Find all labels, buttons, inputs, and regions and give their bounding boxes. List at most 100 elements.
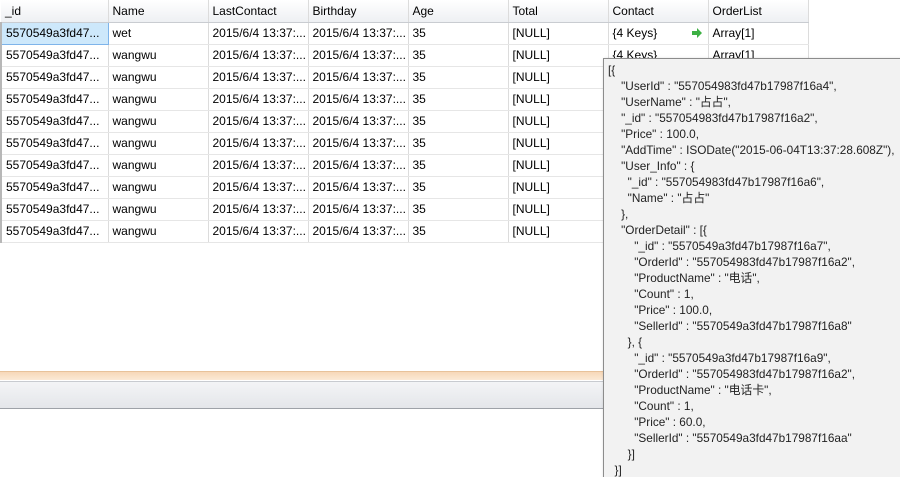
cell-lastcontact[interactable]: 2015/6/4 13:37:... <box>208 198 309 221</box>
contact-value: {4 Keys} <box>612 26 658 40</box>
cell-name[interactable]: wangwu <box>108 88 209 111</box>
cell-name[interactable]: wangwu <box>108 132 209 155</box>
json-line: }] <box>608 463 622 477</box>
cell-total[interactable]: [NULL] <box>508 176 609 199</box>
json-line: "SellerId" : "5570549a3fd47b17987f16a8" <box>608 319 852 333</box>
cell-total[interactable]: [NULL] <box>508 110 609 133</box>
json-line: "User_Info" : { <box>608 159 695 173</box>
cell-lastcontact[interactable]: 2015/6/4 13:37:... <box>208 154 309 177</box>
cell-name[interactable]: wangwu <box>108 44 209 67</box>
cell-birthday[interactable]: 2015/6/4 13:37:... <box>308 66 409 89</box>
cell-name[interactable]: wangwu <box>108 66 209 89</box>
json-line: "_id" : "557054983fd47b17987f16a2", <box>608 111 818 125</box>
cell-birthday[interactable]: 2015/6/4 13:37:... <box>308 154 409 177</box>
cell-lastcontact[interactable]: 2015/6/4 13:37:... <box>208 22 309 45</box>
cell-id[interactable]: 5570549a3fd47... <box>0 176 109 199</box>
json-line: "_id" : "5570549a3fd47b17987f16a9", <box>608 351 831 365</box>
cell-id[interactable]: 5570549a3fd47... <box>0 44 109 67</box>
cell-age[interactable]: 35 <box>408 176 509 199</box>
cell-total[interactable]: [NULL] <box>508 220 609 243</box>
cell-id[interactable]: 5570549a3fd47... <box>0 132 109 155</box>
cell-birthday[interactable]: 2015/6/4 13:37:... <box>308 22 409 45</box>
cell-age[interactable]: 35 <box>408 220 509 243</box>
cell-birthday[interactable]: 2015/6/4 13:37:... <box>308 110 409 133</box>
cell-id[interactable]: 5570549a3fd47... <box>0 154 109 177</box>
json-line: "_id" : "557054983fd47b17987f16a6", <box>608 175 825 189</box>
cell-age[interactable]: 35 <box>408 66 509 89</box>
cell-birthday[interactable]: 2015/6/4 13:37:... <box>308 220 409 243</box>
cell-name[interactable]: wangwu <box>108 198 209 221</box>
cell-lastcontact[interactable]: 2015/6/4 13:37:... <box>208 44 309 67</box>
json-line: [{ <box>608 63 616 77</box>
column-header-orderlist[interactable]: OrderList <box>708 0 809 23</box>
orderlist-tooltip: [{ "UserId" : "557054983fd47b17987f16a4"… <box>603 58 900 477</box>
cell-name[interactable]: wangwu <box>108 220 209 243</box>
cell-total[interactable]: [NULL] <box>508 22 609 45</box>
cell-total[interactable]: [NULL] <box>508 44 609 67</box>
cell-lastcontact[interactable]: 2015/6/4 13:37:... <box>208 220 309 243</box>
expand-arrow-icon[interactable] <box>691 28 702 38</box>
cell-age[interactable]: 35 <box>408 88 509 111</box>
cell-birthday[interactable]: 2015/6/4 13:37:... <box>308 44 409 67</box>
cell-name[interactable]: wangwu <box>108 154 209 177</box>
json-line: "ProductName" : "电话", <box>608 271 760 285</box>
cell-orderlist[interactable]: Array[1] <box>708 22 809 45</box>
cell-id[interactable]: 5570549a3fd47... <box>0 198 109 221</box>
cell-id[interactable]: 5570549a3fd47... <box>0 21 109 45</box>
cell-lastcontact[interactable]: 2015/6/4 13:37:... <box>208 110 309 133</box>
column-header-contact[interactable]: Contact <box>608 0 709 23</box>
cell-contact[interactable]: {4 Keys} <box>608 22 709 45</box>
cell-birthday[interactable]: 2015/6/4 13:37:... <box>308 198 409 221</box>
column-header-name[interactable]: Name <box>108 0 209 23</box>
cell-lastcontact[interactable]: 2015/6/4 13:37:... <box>208 66 309 89</box>
cell-age[interactable]: 35 <box>408 198 509 221</box>
json-line: "AddTime" : ISODate("2015-06-04T13:37:28… <box>608 143 895 157</box>
json-line: "UserName" : "占占", <box>608 95 731 109</box>
cell-birthday[interactable]: 2015/6/4 13:37:... <box>308 176 409 199</box>
json-line: "Count" : 1, <box>608 287 694 301</box>
json-line: }, <box>608 207 629 221</box>
json-line: "Count" : 1, <box>608 399 694 413</box>
cell-lastcontact[interactable]: 2015/6/4 13:37:... <box>208 176 309 199</box>
table-row[interactable]: 5570549a3fd47... wet 2015/6/4 13:37:... 201… <box>0 21 809 45</box>
cell-total[interactable]: [NULL] <box>508 88 609 111</box>
cell-id[interactable]: 5570549a3fd47... <box>0 220 109 243</box>
json-line: }, { <box>608 335 643 349</box>
json-line: "SellerId" : "5570549a3fd47b17987f16aa" <box>608 431 852 445</box>
cell-age[interactable]: 35 <box>408 132 509 155</box>
json-line: "Name" : "占占" <box>608 191 710 205</box>
status-bar <box>0 381 604 409</box>
cell-name[interactable]: wangwu <box>108 176 209 199</box>
cell-id[interactable]: 5570549a3fd47... <box>0 66 109 89</box>
cell-age[interactable]: 35 <box>408 22 509 45</box>
cell-birthday[interactable]: 2015/6/4 13:37:... <box>308 132 409 155</box>
cell-birthday[interactable]: 2015/6/4 13:37:... <box>308 88 409 111</box>
json-line: "Price" : 100.0, <box>608 127 699 141</box>
json-line: "UserId" : "557054983fd47b17987f16a4", <box>608 79 837 93</box>
column-header-age[interactable]: Age <box>408 0 509 23</box>
column-header-lastcontact[interactable]: LastContact <box>208 0 309 23</box>
json-line: }] <box>608 447 635 461</box>
grid-header-row: _id Name LastContact Birthday Age Total … <box>1 0 809 23</box>
cell-total[interactable]: [NULL] <box>508 154 609 177</box>
cell-id[interactable]: 5570549a3fd47... <box>0 110 109 133</box>
cell-id[interactable]: 5570549a3fd47... <box>0 88 109 111</box>
column-header-birthday[interactable]: Birthday <box>308 0 409 23</box>
column-header-id[interactable]: _id <box>1 0 109 23</box>
json-line: "OrderId" : "557054983fd47b17987f16a2", <box>608 255 855 269</box>
cell-total[interactable]: [NULL] <box>508 132 609 155</box>
cell-name[interactable]: wangwu <box>108 110 209 133</box>
splitter-bar[interactable] <box>0 371 604 380</box>
cell-total[interactable]: [NULL] <box>508 198 609 221</box>
cell-name[interactable]: wet <box>108 22 209 45</box>
cell-lastcontact[interactable]: 2015/6/4 13:37:... <box>208 132 309 155</box>
cell-age[interactable]: 35 <box>408 44 509 67</box>
json-line: "OrderDetail" : [{ <box>608 223 707 237</box>
cell-lastcontact[interactable]: 2015/6/4 13:37:... <box>208 88 309 111</box>
json-line: "Price" : 100.0, <box>608 303 713 317</box>
column-header-total[interactable]: Total <box>508 0 609 23</box>
cell-age[interactable]: 35 <box>408 154 509 177</box>
json-line: "OrderId" : "557054983fd47b17987f16a2", <box>608 367 855 381</box>
cell-age[interactable]: 35 <box>408 110 509 133</box>
cell-total[interactable]: [NULL] <box>508 66 609 89</box>
